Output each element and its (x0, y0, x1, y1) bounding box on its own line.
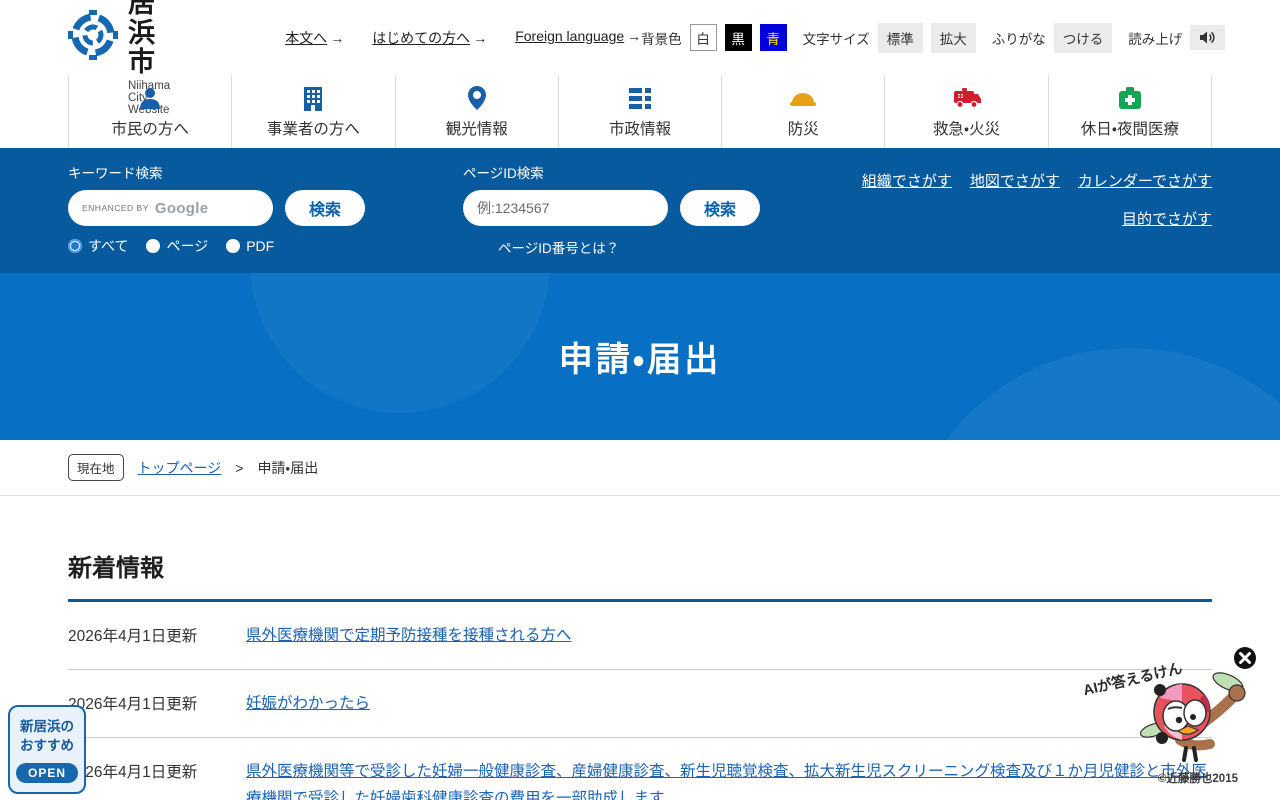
nav-city-government[interactable]: 市政情報 (558, 75, 721, 148)
skip-to-content-link[interactable]: 本文へ→ (285, 28, 344, 48)
speaker-icon[interactable] (1190, 25, 1225, 50)
breadcrumb-home-link[interactable]: トップページ (138, 458, 222, 478)
news-link[interactable]: 妊娠がわかったら (246, 690, 1212, 717)
breadcrumb-current-page: 申請・届出 (257, 458, 318, 478)
site-title: 新居浜市 (128, 0, 170, 78)
page-id-label: ページID検索 (463, 162, 858, 182)
page-hero: 申請・届出 (0, 273, 1280, 440)
recommend-label-line2: おすすめ (14, 736, 80, 756)
news-link[interactable]: 県外医療機関等で受診した妊婦一般健康診査、産婦健康診査、新生児聴覚検査、拡大新生… (246, 758, 1212, 800)
hero-decorative-circle (250, 273, 550, 413)
nav-disaster-prevention[interactable]: 防災 (721, 75, 884, 148)
search-by-map-link[interactable]: 地図でさがす (970, 170, 1060, 191)
current-location-badge: 現在地 (68, 454, 124, 481)
news-date: 2026年4月1日更新 (68, 622, 246, 646)
news-date: 2026年4月1日更新 (68, 690, 246, 714)
search-by-calendar-link[interactable]: カレンダーでさがす (1078, 170, 1212, 191)
keyword-search-button[interactable]: 検索 (285, 190, 365, 226)
search-by-purpose-link[interactable]: 目的でさがす (1122, 211, 1212, 228)
quick-search-links: 組織でさがす 地図でさがす カレンダーでさがす 目的でさがす (862, 162, 1212, 257)
nav-tourism[interactable]: 観光情報 (395, 75, 558, 148)
breadcrumb: 現在地 トップページ > 申請・届出 (0, 440, 1280, 496)
ai-chat-widget: AIが答えるけん (1082, 646, 1262, 796)
list-icon (627, 85, 653, 111)
accessibility-controls: 背景色 白 黒 青 文字サイズ 標準 拡大 ふりがな つける 読み上げ (641, 23, 1225, 53)
keyword-search: キーワード検索 ENHANCED BY Google 検索 すべて ページ PD… (68, 162, 458, 257)
keyword-search-input[interactable]: ENHANCED BY Google (68, 190, 273, 226)
mascot-copyright: ©近藤勝也2015 (1158, 770, 1238, 786)
recommend-panel-toggle[interactable]: 新居浜の おすすめ OPEN (8, 705, 86, 794)
nav-business[interactable]: 事業者の方へ (231, 75, 394, 148)
close-icon[interactable] (1233, 646, 1257, 670)
page-title: 申請・届出 (559, 332, 722, 381)
radio-dot (146, 239, 160, 253)
arrow-icon: → (627, 28, 641, 44)
news-row: 2026年4月1日更新 県外医療機関で定期予防接種を接種される方へ (68, 602, 1212, 670)
nav-emergency-fire[interactable]: 救急・火災 (884, 75, 1047, 148)
bg-white-button[interactable]: 白 (690, 24, 717, 51)
readaloud-label: 読み上げ (1128, 28, 1182, 48)
radio-all[interactable]: すべて (68, 236, 128, 256)
fire-truck-icon (952, 85, 982, 111)
news-row: 2026年4月1日更新 妊娠がわかったら (68, 670, 1212, 738)
helmet-icon (789, 85, 817, 111)
mascot-character[interactable] (1140, 668, 1250, 773)
font-size-label: 文字サイズ (803, 28, 870, 48)
recommend-label-line1: 新居浜の (14, 717, 80, 737)
radio-page[interactable]: ページ (146, 236, 208, 256)
page-id-help-link[interactable]: ページID番号とは？ (498, 237, 858, 257)
nav-citizens[interactable]: 市民の方へ (68, 75, 231, 148)
map-pin-icon (464, 85, 490, 111)
page-id-input[interactable]: 例:1234567 (463, 190, 668, 226)
news-row: 2026年4月1日更新 県外医療機関等で受診した妊婦一般健康診査、産婦健康診査、… (68, 738, 1212, 800)
font-standard-button[interactable]: 標準 (878, 23, 923, 53)
building-icon (300, 85, 326, 111)
news-link[interactable]: 県外医療機関で定期予防接種を接種される方へ (246, 622, 1212, 649)
bg-black-button[interactable]: 黒 (725, 24, 752, 51)
foreign-language-link[interactable]: Foreign language→ (515, 28, 641, 48)
news-date: 2026年4月1日更新 (68, 758, 246, 782)
keyword-search-label: キーワード検索 (68, 162, 458, 182)
arrow-icon: → (330, 30, 344, 46)
search-scope-radios: すべて ページ PDF (68, 236, 458, 256)
nav-holiday-medical[interactable]: 休日・夜間医療 (1048, 75, 1212, 148)
main-navigation: 市民の方へ 事業者の方へ 観光情報 市政情報 防災 救急・火災 休日・夜間医 (0, 75, 1280, 148)
bg-blue-button[interactable]: 青 (760, 24, 787, 51)
bg-color-label: 背景色 (641, 28, 682, 48)
radio-pdf[interactable]: PDF (226, 238, 274, 254)
radio-dot (68, 239, 82, 253)
utility-links: 本文へ→ はじめての方へ→ Foreign language→ (285, 28, 641, 48)
arrow-icon: → (473, 30, 487, 46)
first-aid-icon (1117, 85, 1143, 111)
recommend-open-button[interactable]: OPEN (16, 763, 78, 783)
news-heading: 新着情報 (68, 548, 1212, 602)
search-by-organization-link[interactable]: 組織でさがす (862, 170, 952, 191)
furigana-on-button[interactable]: つける (1054, 23, 1113, 53)
first-time-link[interactable]: はじめての方へ→ (372, 28, 487, 48)
furigana-label: ふりがな (992, 28, 1046, 48)
page-id-search: ページID検索 例:1234567 検索 ページID番号とは？ (463, 162, 858, 257)
site-header: 新居浜市 Niihama City Website 本文へ→ はじめての方へ→ … (0, 0, 1280, 75)
search-band: キーワード検索 ENHANCED BY Google 検索 すべて ページ PD… (0, 148, 1280, 273)
breadcrumb-separator: > (235, 460, 243, 476)
page-id-search-button[interactable]: 検索 (680, 190, 760, 226)
niihama-emblem-icon (68, 10, 118, 65)
radio-dot (226, 239, 240, 253)
font-enlarge-button[interactable]: 拡大 (931, 23, 976, 53)
person-icon (137, 85, 163, 111)
hero-decorative-circle (900, 348, 1280, 440)
